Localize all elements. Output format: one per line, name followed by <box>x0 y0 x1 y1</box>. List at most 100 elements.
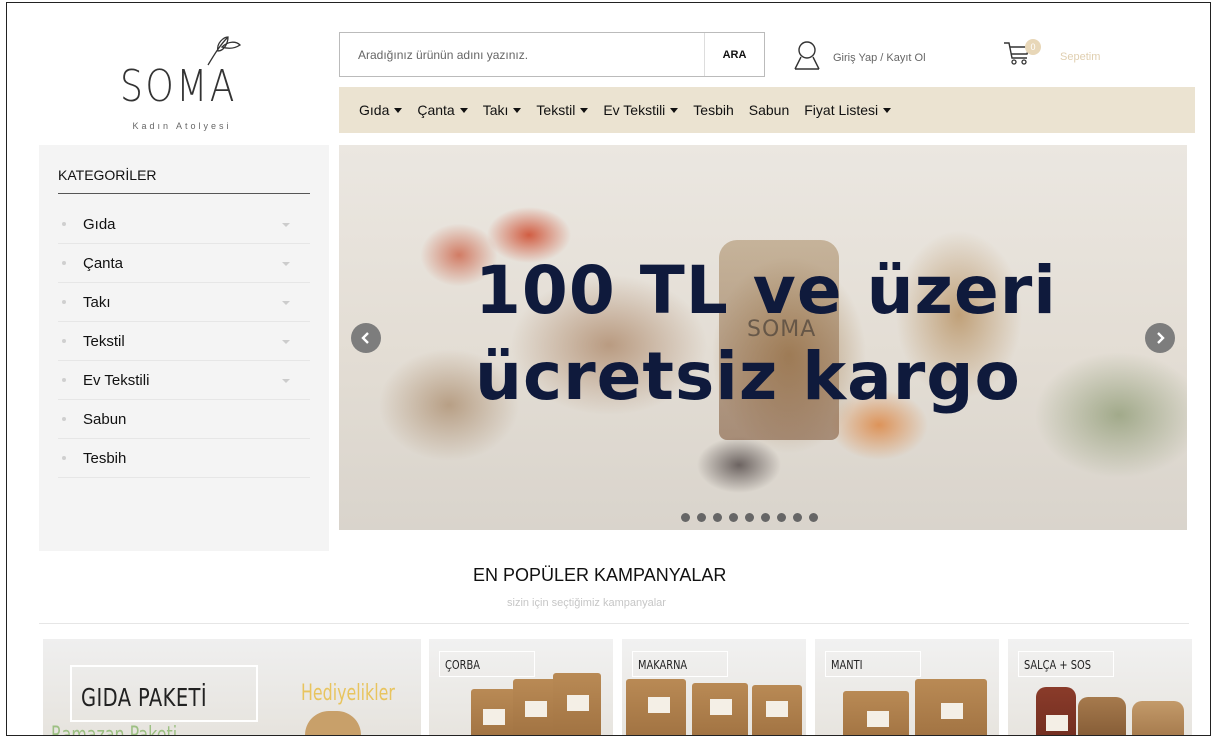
bullet-icon <box>62 378 66 382</box>
search-bar: ARA <box>339 32 765 77</box>
campaign-card-corba[interactable]: ÇORBA <box>429 639 613 735</box>
caret-down-icon <box>394 107 403 113</box>
slider-dot[interactable] <box>729 513 738 522</box>
sidebar-item-label: Gıda <box>83 215 116 233</box>
nav-item-fiyat-listesi[interactable]: Fiyat Listesi <box>804 102 892 118</box>
campaign-card-salca-sos[interactable]: SALÇA + SOS <box>1008 639 1192 735</box>
user-icon[interactable] <box>793 40 821 70</box>
card-title: GIDA PAKETİ <box>81 683 207 712</box>
card-secondary-label: Hediyelikler <box>301 681 395 706</box>
main-nav: Gıda Çanta Takı Tekstil Ev Tekstili Tesb… <box>339 87 1195 133</box>
bullet-icon <box>62 456 66 460</box>
caret-down-icon <box>580 107 589 113</box>
cart-link[interactable]: Sepetim <box>1060 51 1100 63</box>
page-frame: SOMA Kadın Atolyesi ARA Giriş Yap / Kayı… <box>6 2 1211 736</box>
card-product-tag <box>941 703 963 719</box>
login-register-link[interactable]: Giriş Yap / Kayıt Ol <box>833 52 926 64</box>
campaigns-divider <box>39 623 1189 624</box>
card-product-tag <box>648 697 670 713</box>
slider-next-button[interactable] <box>1145 323 1175 353</box>
category-sidebar: KATEGORİLER Gıda Çanta Takı Tekstil Ev T… <box>39 145 329 551</box>
campaign-card-makarna[interactable]: MAKARNA <box>622 639 806 735</box>
card-product-image <box>1078 697 1126 735</box>
nav-item-label: Sabun <box>748 102 790 118</box>
slider-dot[interactable] <box>713 513 722 522</box>
search-button[interactable]: ARA <box>704 33 764 76</box>
sidebar-item-label: Ev Tekstili <box>83 371 150 389</box>
slider-headline-line2: ücretsiz kargo <box>475 338 1021 415</box>
card-product-tag <box>483 709 505 725</box>
caret-down-icon[interactable] <box>282 379 290 383</box>
sidebar-item-ev-tekstili[interactable]: Ev Tekstili <box>58 361 310 400</box>
nav-item-gida[interactable]: Gıda <box>359 102 403 118</box>
chevron-right-icon <box>1157 332 1165 344</box>
nav-item-sabun[interactable]: Sabun <box>749 102 789 118</box>
slider-pagination <box>681 513 825 522</box>
slider-dot[interactable] <box>697 513 706 522</box>
slider-dot[interactable] <box>681 513 690 522</box>
card-title: MANTI <box>831 658 863 672</box>
slider-dot[interactable] <box>761 513 770 522</box>
card-tertiary-label: Ramazan Paketi <box>51 723 178 736</box>
caret-down-icon[interactable] <box>282 301 290 305</box>
slider-dot[interactable] <box>777 513 786 522</box>
nav-item-label: Tesbih <box>693 102 734 118</box>
bullet-icon <box>62 417 66 421</box>
campaigns-title: EN POPÜLER KAMPANYALAR <box>473 565 727 585</box>
nav-item-ev-tekstili[interactable]: Ev Tekstili <box>603 102 679 118</box>
card-title: MAKARNA <box>638 658 688 672</box>
card-product-tag <box>567 695 589 711</box>
nav-item-label: Takı <box>482 102 509 118</box>
logo-wordmark: SOMA <box>120 61 237 112</box>
card-product-image <box>305 711 361 735</box>
sidebar-item-taki[interactable]: Takı <box>58 283 310 322</box>
sidebar-divider <box>58 193 310 194</box>
search-input[interactable] <box>340 33 704 76</box>
card-title: ÇORBA <box>445 658 480 672</box>
sidebar-item-label: Tesbih <box>83 449 127 467</box>
caret-down-icon[interactable] <box>282 340 290 344</box>
sidebar-item-tesbih[interactable]: Tesbih <box>58 439 310 478</box>
bullet-icon <box>62 300 66 304</box>
site-logo[interactable]: SOMA Kadın Atolyesi <box>102 31 262 141</box>
campaigns-subtitle: sizin için seçtiğimiz kampanyalar <box>507 597 666 609</box>
card-product-tag <box>710 699 732 715</box>
hero-slider[interactable]: SOMA 100 TL ve üzeri ücretsiz kargo <box>339 145 1187 530</box>
caret-down-icon[interactable] <box>282 262 290 266</box>
slider-dot[interactable] <box>745 513 754 522</box>
sidebar-item-label: Çanta <box>83 254 124 272</box>
caret-down-icon <box>883 107 892 113</box>
card-title: SALÇA + SOS <box>1024 658 1091 672</box>
campaign-card-gida-paketi[interactable]: GIDA PAKETİ Hediyelikler Ramazan Paketi <box>43 639 421 736</box>
slider-dot[interactable] <box>809 513 818 522</box>
sidebar-item-label: Takı <box>83 293 111 311</box>
card-product-tag <box>867 711 889 727</box>
sidebar-item-gida[interactable]: Gıda <box>58 205 310 244</box>
sidebar-item-sabun[interactable]: Sabun <box>58 400 310 439</box>
sidebar-title: KATEGORİLER <box>58 167 157 183</box>
bullet-icon <box>62 222 66 226</box>
card-product-tag <box>1046 715 1068 731</box>
nav-item-taki[interactable]: Takı <box>483 102 522 118</box>
slider-headline: 100 TL ve üzeri ücretsiz kargo <box>475 248 1057 420</box>
bullet-icon <box>62 339 66 343</box>
cart-count-badge: 0 <box>1025 39 1041 55</box>
sidebar-item-tekstil[interactable]: Tekstil <box>58 322 310 361</box>
caret-down-icon <box>670 107 679 113</box>
sidebar-item-label: Sabun <box>83 410 127 428</box>
card-product-image <box>1132 701 1184 735</box>
category-list: Gıda Çanta Takı Tekstil Ev Tekstili Sabu… <box>58 205 310 478</box>
logo-tagline: Kadın Atolyesi <box>132 121 232 131</box>
chevron-left-icon <box>361 332 369 344</box>
slider-dot[interactable] <box>793 513 802 522</box>
nav-item-tesbih[interactable]: Tesbih <box>693 102 733 118</box>
slider-prev-button[interactable] <box>351 323 381 353</box>
caret-down-icon[interactable] <box>282 223 290 227</box>
bullet-icon <box>62 261 66 265</box>
campaign-card-manti[interactable]: MANTI <box>815 639 999 735</box>
nav-item-label: Fiyat Listesi <box>804 102 879 118</box>
nav-item-label: Tekstil <box>536 102 576 118</box>
sidebar-item-canta[interactable]: Çanta <box>58 244 310 283</box>
nav-item-canta[interactable]: Çanta <box>417 102 468 118</box>
nav-item-tekstil[interactable]: Tekstil <box>536 102 589 118</box>
